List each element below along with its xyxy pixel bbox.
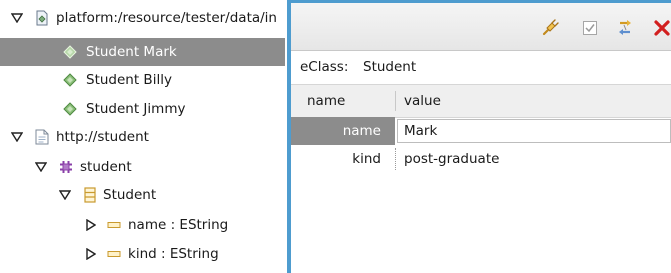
expanded-triangle-icon[interactable] (10, 130, 24, 144)
tree-item-eclass-student[interactable]: Student (0, 181, 285, 209)
column-header-value[interactable]: value (404, 93, 441, 109)
column-divider (395, 148, 396, 170)
table-row[interactable]: name Mark (291, 117, 671, 145)
table-row[interactable]: kind post-graduate (291, 145, 671, 173)
tree-item-label: student (80, 159, 132, 175)
expanded-triangle-icon[interactable] (10, 11, 24, 25)
tree-item-label: platform:/resource/tester/data/in (56, 10, 277, 26)
eclass-icon (82, 187, 98, 203)
tree-item-label: Student Jimmy (86, 101, 186, 117)
column-divider[interactable] (395, 91, 396, 111)
eclass-label: eClass: (300, 59, 349, 75)
property-name-cell[interactable]: kind (291, 145, 395, 173)
attribute-icon (106, 217, 122, 233)
property-value: post-graduate (404, 151, 500, 167)
eclass-value: Student (363, 59, 417, 75)
property-value: Mark (404, 123, 438, 139)
tree-item-attribute-name[interactable]: name : EString (0, 211, 285, 239)
model-tree: platform:/resource/tester/data/in Studen… (0, 0, 285, 273)
collapsed-triangle-icon[interactable] (84, 218, 98, 232)
delete-x-icon[interactable] (653, 19, 671, 37)
property-name: name (342, 123, 381, 139)
tree-item-package-student[interactable]: student (0, 153, 285, 181)
properties-table-header: name value (291, 84, 671, 118)
document-icon (34, 129, 50, 145)
checkbox-icon[interactable] (581, 19, 599, 37)
tree-item-label: name : EString (128, 217, 229, 233)
link-icon[interactable] (541, 19, 559, 37)
tree-item-attribute-kind[interactable]: kind : EString (0, 240, 285, 268)
attribute-icon (106, 246, 122, 262)
package-icon (58, 159, 74, 175)
sync-arrows-icon[interactable] (616, 19, 634, 37)
tree-item-label: Student Mark (86, 44, 177, 60)
tree-item-label: kind : EString (128, 246, 219, 262)
tree-item-student-billy[interactable]: Student Billy (0, 66, 285, 94)
properties-toolbar (291, 3, 671, 51)
expanded-triangle-icon[interactable] (58, 188, 72, 202)
property-value-input[interactable] (397, 119, 671, 143)
tree-item-label: http://student (56, 129, 149, 145)
tree-item-label: Student Billy (86, 72, 172, 88)
property-name-cell[interactable]: name (291, 117, 395, 145)
model-resource-icon (34, 10, 50, 26)
tree-item-resource[interactable]: platform:/resource/tester/data/in (0, 4, 285, 32)
eclass-row: eClass: Student (291, 51, 671, 83)
tree-item-label: Student (103, 187, 157, 203)
expanded-triangle-icon[interactable] (34, 160, 48, 174)
instance-diamond-icon (62, 72, 78, 88)
instance-diamond-icon (62, 101, 78, 117)
column-header-name[interactable]: name (307, 93, 345, 109)
tree-item-student-mark[interactable]: Student Mark (0, 38, 285, 66)
tree-item-http-student[interactable]: http://student (0, 123, 285, 151)
tree-item-student-jimmy[interactable]: Student Jimmy (0, 95, 285, 123)
instance-diamond-icon (62, 44, 78, 60)
property-name: kind (352, 151, 381, 167)
collapsed-triangle-icon[interactable] (84, 247, 98, 261)
